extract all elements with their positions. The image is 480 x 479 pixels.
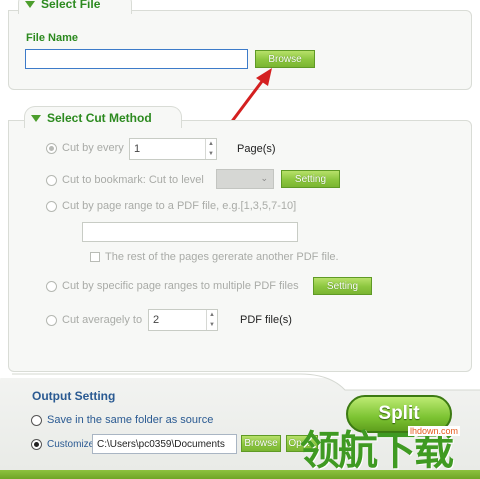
radio-same-folder[interactable] bbox=[31, 415, 42, 426]
bookmark-setting-button[interactable]: Setting bbox=[281, 170, 340, 188]
output-path-input[interactable] bbox=[92, 434, 237, 454]
file-count-stepper[interactable]: 2 ▲ ▼ bbox=[148, 309, 218, 331]
customize-label: Customize bbox=[47, 439, 95, 450]
pages-unit-label: Page(s) bbox=[237, 143, 276, 155]
cut-method-panel bbox=[8, 120, 472, 372]
file-name-label: File Name bbox=[26, 32, 78, 44]
cut-specific-label: Cut by specific page ranges to multiple … bbox=[62, 280, 299, 292]
select-file-title: Select File bbox=[41, 0, 101, 11]
cut-every-label: Cut by every bbox=[62, 142, 124, 154]
page-range-input[interactable] bbox=[82, 222, 298, 242]
bookmark-level-select[interactable]: ⌄ bbox=[216, 169, 274, 189]
triangle-down-icon bbox=[25, 1, 35, 8]
file-count-value: 2 bbox=[153, 314, 160, 326]
output-setting-title: Output Setting bbox=[32, 389, 116, 403]
spinner-arrows-icon[interactable]: ▲ ▼ bbox=[205, 139, 216, 159]
pages-per-file-stepper[interactable]: 1 ▲ ▼ bbox=[129, 138, 217, 160]
same-folder-label: Save in the same folder as source bbox=[47, 414, 214, 426]
select-file-tab: Select File bbox=[18, 0, 132, 14]
files-unit-label: PDF file(s) bbox=[240, 314, 292, 326]
cut-method-title: Select Cut Method bbox=[47, 110, 152, 125]
cut-average-label: Cut averagely to bbox=[62, 314, 143, 326]
cut-bookmark-label: Cut to bookmark: Cut to level bbox=[62, 174, 204, 186]
pages-per-file-value: 1 bbox=[134, 143, 141, 155]
radio-cut-specific[interactable] bbox=[46, 281, 57, 292]
radio-customize[interactable] bbox=[31, 439, 42, 450]
triangle-down-icon bbox=[31, 115, 41, 122]
chevron-down-icon: ⌄ bbox=[260, 173, 268, 183]
radio-cut-average[interactable] bbox=[46, 315, 57, 326]
radio-cut-page-range[interactable] bbox=[46, 201, 57, 212]
rest-pages-checkbox[interactable] bbox=[90, 252, 100, 262]
specific-setting-button[interactable]: Setting bbox=[313, 277, 372, 295]
radio-cut-bookmark[interactable] bbox=[46, 175, 57, 186]
radio-cut-every[interactable] bbox=[46, 143, 57, 154]
spinner-arrows-icon[interactable]: ▲ ▼ bbox=[206, 310, 217, 330]
rest-pages-label: The rest of the pages gererate another P… bbox=[105, 251, 339, 263]
output-browse-button[interactable]: Browse bbox=[241, 435, 281, 452]
file-name-input[interactable] bbox=[25, 49, 248, 69]
cut-page-range-label: Cut by page range to a PDF file, e.g.[1,… bbox=[62, 200, 297, 212]
watermark-site: lhdown.com bbox=[408, 426, 461, 436]
cut-method-tab: Select Cut Method bbox=[24, 106, 182, 128]
